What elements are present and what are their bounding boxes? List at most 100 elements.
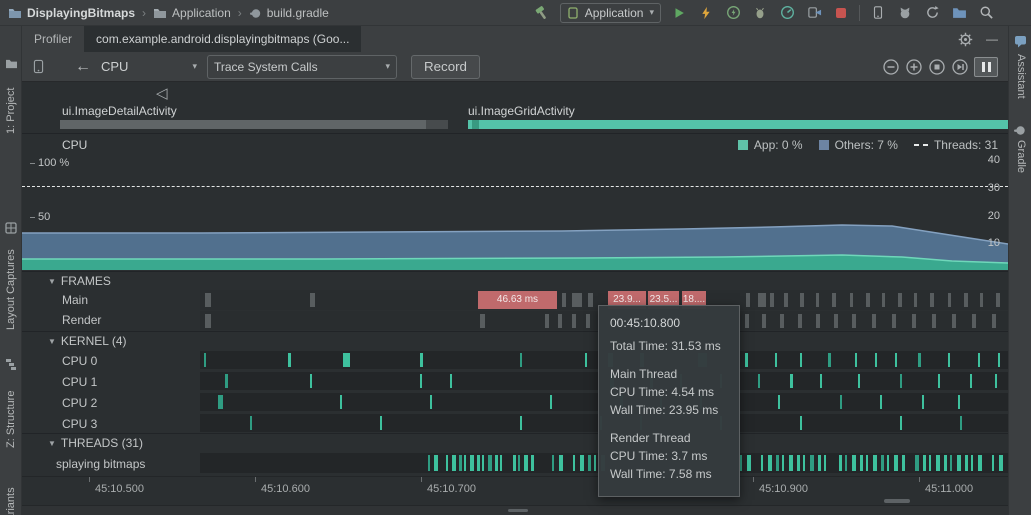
frame-block[interactable] (972, 314, 976, 328)
stop-button[interactable] (832, 4, 850, 22)
frame-block[interactable] (930, 293, 934, 307)
frame-block[interactable] (745, 314, 749, 328)
frame-block[interactable] (852, 314, 856, 328)
profiler-type-dropdown[interactable]: CPU ▾ (101, 59, 197, 74)
back-button[interactable]: ← (75, 58, 91, 76)
frame-block[interactable] (558, 314, 562, 328)
time-axis-label: 45:10.700 (427, 483, 476, 495)
frame-block[interactable] (758, 293, 766, 307)
logcat-icon[interactable] (896, 4, 914, 22)
debug-icon[interactable] (751, 4, 769, 22)
device-manager-icon[interactable] (869, 4, 887, 22)
frame-block[interactable] (866, 293, 870, 307)
frame-block[interactable] (882, 293, 885, 307)
breadcrumb-module[interactable]: Application (153, 6, 231, 20)
zoom-out-button[interactable] (882, 58, 900, 76)
trace-mode-select[interactable]: Trace System Calls ▾ (207, 55, 397, 79)
breadcrumb-project[interactable]: DisplayingBitmaps (8, 6, 135, 20)
frame-block[interactable] (816, 314, 820, 328)
cpu-activity-mark (218, 395, 223, 409)
tool-button-project[interactable]: 1: Project (5, 72, 17, 134)
frame-block[interactable] (784, 293, 788, 307)
tab-profiler[interactable]: Profiler (22, 26, 84, 52)
thread-row-label[interactable]: splaying bitmaps (56, 457, 145, 471)
device-file-explorer-icon[interactable] (950, 4, 968, 22)
frame-block[interactable] (834, 314, 838, 328)
frame-block[interactable] (588, 293, 593, 307)
tool-button-build-variants[interactable]: ild Variants (5, 464, 17, 515)
activity-label-grid[interactable]: ui.ImageGridActivity (468, 104, 575, 118)
frame-block[interactable] (310, 293, 315, 307)
goto-live-button[interactable] (951, 58, 969, 76)
frame-block[interactable] (898, 293, 902, 307)
frame-block[interactable] (762, 314, 766, 328)
gear-icon[interactable] (956, 30, 974, 48)
record-button[interactable]: Record (411, 55, 480, 79)
activity-nav-back-icon[interactable]: ◁ (156, 84, 168, 102)
reset-zoom-button[interactable] (928, 58, 946, 76)
tool-button-layout-captures[interactable]: Layout Captures (5, 236, 17, 330)
session-device-icon[interactable] (32, 58, 45, 75)
frame-block[interactable] (872, 314, 876, 328)
bottom-bar-handle[interactable] (508, 509, 528, 512)
tool-button-gradle[interactable]: Gradle (1015, 140, 1027, 184)
frame-block[interactable] (914, 293, 917, 307)
frame-block[interactable] (205, 293, 211, 307)
frame-block[interactable] (800, 293, 804, 307)
frame-block[interactable] (572, 293, 582, 307)
threads-section-header[interactable]: ▼THREADS (31) (48, 436, 143, 450)
tool-button-assistant[interactable]: Assistant (1015, 54, 1027, 116)
layout-captures-icon[interactable] (5, 222, 17, 234)
breadcrumb-file[interactable]: build.gradle (249, 6, 329, 20)
profile-button[interactable] (778, 4, 796, 22)
sync-project-icon[interactable] (923, 4, 941, 22)
frame-block[interactable] (746, 293, 750, 307)
frame-block[interactable] (798, 314, 802, 328)
frame-block[interactable] (780, 314, 784, 328)
pause-live-button[interactable] (974, 57, 998, 77)
activity-bar-grid[interactable] (468, 120, 1008, 129)
frame-block[interactable] (850, 293, 853, 307)
search-icon[interactable] (977, 4, 995, 22)
frame-block[interactable] (992, 314, 996, 328)
frame-block[interactable] (948, 293, 951, 307)
apply-changes-icon[interactable] (697, 4, 715, 22)
run-config-selector[interactable]: Application ▾ (560, 3, 661, 23)
kernel-section-header[interactable]: ▼KERNEL (4) (48, 334, 127, 348)
zoom-in-button[interactable] (905, 58, 923, 76)
frame-block[interactable] (480, 314, 485, 328)
frame-block[interactable] (545, 314, 549, 328)
frame-block[interactable] (952, 314, 956, 328)
frame-block[interactable] (912, 314, 916, 328)
frame-block[interactable] (586, 314, 590, 328)
frame-block[interactable] (572, 314, 576, 328)
frame-block[interactable] (932, 314, 936, 328)
hide-panel-icon[interactable]: — (986, 32, 998, 46)
tool-button-structure[interactable]: Z: Structure (5, 372, 17, 448)
frame-block[interactable] (816, 293, 819, 307)
horizontal-scrollbar-thumb[interactable] (884, 499, 910, 503)
build-hammer-icon[interactable] (533, 4, 551, 22)
gradle-tool-icon[interactable] (1013, 124, 1027, 136)
frames-section-header[interactable]: ▼FRAMES (48, 274, 111, 288)
frame-block[interactable] (205, 314, 211, 328)
activity-bar-detail[interactable] (60, 120, 448, 129)
activity-label-detail[interactable]: ui.ImageDetailActivity (62, 104, 177, 118)
tab-profiler-session[interactable]: com.example.android.displayingbitmaps (G… (84, 26, 361, 52)
frame-block[interactable] (770, 293, 774, 307)
frame-block[interactable] (892, 314, 896, 328)
run-button[interactable] (670, 4, 688, 22)
frame-block[interactable] (964, 293, 968, 307)
frame-block[interactable] (980, 293, 983, 307)
cpu-usage-area-chart[interactable] (22, 134, 1008, 271)
frame-block[interactable] (832, 293, 836, 307)
assistant-tool-icon[interactable] (1014, 35, 1027, 48)
frame-block[interactable] (562, 293, 566, 307)
thread-activity-mark (518, 455, 520, 471)
apply-code-changes-icon[interactable] (724, 4, 742, 22)
frame-block[interactable] (996, 293, 1000, 307)
structure-tool-icon[interactable] (5, 358, 17, 370)
frame-block-janky[interactable]: 46.63 ms (478, 291, 557, 309)
attach-debugger-icon[interactable] (805, 4, 823, 22)
project-tool-icon[interactable] (5, 58, 18, 69)
